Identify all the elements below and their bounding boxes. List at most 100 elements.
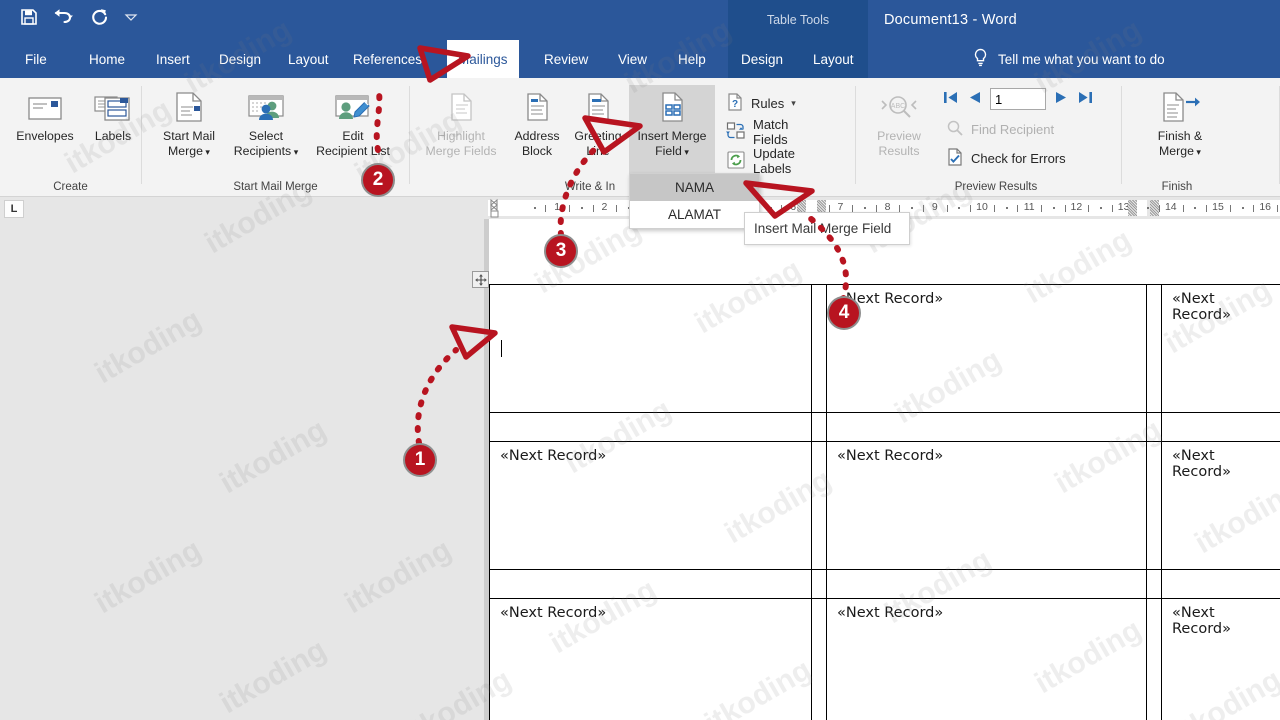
quick-access-toolbar <box>20 8 139 26</box>
greeting-line-button[interactable]: Greeting Line <box>559 85 637 177</box>
label-gutter-cell <box>811 284 827 413</box>
ruler-quarter-tick <box>899 205 901 212</box>
label-cell[interactable]: «Next Record» <box>489 598 812 720</box>
table-move-handle[interactable] <box>472 271 489 288</box>
annotation-marker-3: 3 <box>544 234 578 268</box>
ruler-quarter-tick <box>1064 205 1066 212</box>
find-recipient-button[interactable]: Find Recipient <box>942 116 1058 142</box>
tab-layout[interactable]: Layout <box>277 40 340 78</box>
chevron-down-icon: ▾ <box>202 146 210 157</box>
ruler-tick-label: 12 <box>1070 201 1083 213</box>
tab-file[interactable]: File <box>14 40 58 78</box>
start-mail-merge-button[interactable]: Start Mail Merge ▾ <box>150 85 228 177</box>
ruler-minor-tick <box>1194 207 1197 209</box>
ruler-quarter-tick <box>1277 205 1278 212</box>
document-page[interactable]: «Next Record» «Next Record» «Next Record» «… <box>489 219 1280 720</box>
previous-record-icon[interactable] <box>967 89 982 109</box>
edit-recipients-icon <box>331 90 375 124</box>
label-cell[interactable]: «Next Record» <box>826 441 1147 570</box>
merge-field-next-record: «Next Record» <box>500 448 607 464</box>
update-labels-icon <box>726 150 746 173</box>
check-for-errors-button[interactable]: Check for Errors <box>942 145 1070 171</box>
label-cell[interactable]: «Next Record» <box>826 598 1147 720</box>
record-number-input[interactable] <box>990 88 1046 110</box>
rules-label: Rules <box>751 95 785 111</box>
ruler-quarter-tick <box>616 205 618 212</box>
first-record-icon[interactable] <box>942 89 959 109</box>
start-mail-merge-label: Start Mail Merge ▾ <box>163 129 215 158</box>
ruler-quarter-tick <box>852 205 854 212</box>
label-spacer-cell <box>1161 569 1280 599</box>
ruler-minor-tick <box>864 207 866 209</box>
label-cell[interactable]: «Next Record» <box>1161 441 1280 570</box>
ruler-tick-label: 16 <box>1259 201 1272 213</box>
label-gutter-cell <box>1146 569 1162 599</box>
envelope-icon <box>23 90 67 124</box>
table-row[interactable]: «Next Record» «Next Record» «Next Record» <box>489 598 1280 720</box>
save-icon[interactable] <box>20 8 38 26</box>
table-row[interactable]: «Next Record» «Next Record» <box>489 284 1280 413</box>
merge-field-next-record: «Next Record» <box>1172 605 1231 637</box>
ruler-tick-label: 2 <box>601 201 608 213</box>
contextual-tab-layout[interactable]: Layout <box>802 40 865 78</box>
next-record-icon[interactable] <box>1054 89 1069 109</box>
customize-qat-icon[interactable] <box>123 9 139 25</box>
redo-icon[interactable] <box>90 8 109 26</box>
insert-merge-field-label: Insert Merge Field ▾ <box>637 129 707 158</box>
select-recipients-button[interactable]: Select Recipients ▾ <box>227 85 305 177</box>
table-column-marker[interactable] <box>1149 200 1159 216</box>
rules-icon: ? <box>726 92 744 115</box>
document-icon <box>168 90 210 124</box>
merge-field-next-record: «Next Record» <box>837 605 944 621</box>
labels-icon <box>91 90 135 124</box>
label-spacer-cell <box>826 412 1147 442</box>
tab-selector-corner[interactable]: L <box>4 200 24 218</box>
ruler-tick-label: 15 <box>1212 201 1224 213</box>
tab-home[interactable]: Home <box>78 40 136 78</box>
label-cell[interactable]: «Next Record» <box>489 441 812 570</box>
ruler-minor-tick <box>1005 207 1008 209</box>
ruler-quarter-tick <box>1017 205 1019 212</box>
tab-view[interactable]: View <box>607 40 658 78</box>
contextual-tab-design[interactable]: Design <box>730 40 794 78</box>
tab-mailings[interactable]: Mailings <box>447 40 519 78</box>
tell-me-box[interactable]: Tell me what you want to do <box>972 40 1165 78</box>
ruler-minor-tick <box>533 207 536 209</box>
mail-merge-label-table[interactable]: «Next Record» «Next Record» «Next Record» «… <box>489 284 1280 720</box>
tell-me-label: Tell me what you want to do <box>998 51 1165 67</box>
tab-insert[interactable]: Insert <box>145 40 201 78</box>
ruler-quarter-tick <box>781 205 783 212</box>
label-cell[interactable]: «Next Record» <box>826 284 1147 413</box>
label-cell[interactable]: «Next Record» <box>1161 598 1280 720</box>
ribbon-group-preview-results: ABC Preview Results 1 Find Recipient Che… <box>856 78 1121 197</box>
insert-merge-field-menu[interactable]: NAMA ALAMAT <box>629 173 760 229</box>
tab-design[interactable]: Design <box>208 40 272 78</box>
insert-mail-merge-field-tooltip: Insert Mail Merge Field <box>744 212 910 245</box>
last-record-icon[interactable] <box>1077 89 1094 109</box>
ribbon-group-finish: Finish & Merge ▾ Finish <box>1122 78 1280 197</box>
insert-merge-field-button[interactable]: Insert Merge Field ▾ <box>629 85 715 177</box>
update-labels-button[interactable]: Update Labels <box>722 146 799 176</box>
menu-item-alamat[interactable]: ALAMAT <box>630 201 759 228</box>
tab-help[interactable]: Help <box>667 40 717 78</box>
undo-icon[interactable] <box>52 8 76 26</box>
finish-and-merge-button[interactable]: Finish & Merge ▾ <box>1141 85 1219 177</box>
label-cell[interactable] <box>489 284 812 413</box>
preview-results-button[interactable]: ABC Preview Results <box>860 85 938 177</box>
ruler-tick-label: 14 <box>1164 201 1177 213</box>
ruler-minor-tick <box>1100 207 1102 209</box>
table-row[interactable]: «Next Record» «Next Record» «Next Record» <box>489 441 1280 570</box>
tab-review[interactable]: Review <box>533 40 599 78</box>
text-cursor <box>501 339 502 357</box>
highlight-merge-fields-button[interactable]: Highlight Merge Fields <box>422 85 500 177</box>
tab-references[interactable]: References <box>342 40 433 78</box>
label-cell[interactable]: «Next Record» <box>1161 284 1280 413</box>
ruler-quarter-tick <box>946 205 948 212</box>
menu-item-nama[interactable]: NAMA <box>630 174 759 201</box>
ruler-tick-label: 1 <box>554 201 561 213</box>
edit-recipient-list-label: Edit Recipient List <box>316 129 390 158</box>
left-indent-marker[interactable] <box>488 197 506 219</box>
rules-button[interactable]: ? Rules ▾ <box>722 90 800 116</box>
match-fields-button[interactable]: Match Fields <box>722 117 792 147</box>
table-column-marker[interactable] <box>1128 200 1138 216</box>
